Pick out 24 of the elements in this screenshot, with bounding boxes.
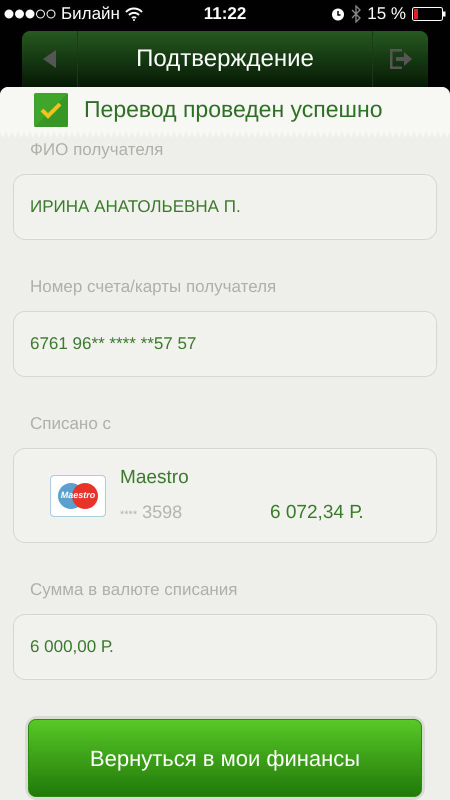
field-label: Списано с [30, 413, 111, 435]
screen-title: Подтверждение [135, 44, 315, 74]
card-name: Maestro [120, 466, 190, 490]
clock-time: 11:22 [204, 2, 246, 25]
value-field: 6 000,00 Р. [13, 614, 437, 680]
field-label: Сумма в валюте списания [30, 579, 238, 601]
wifi-icon [124, 6, 143, 20]
field-label: Номер счета/карты получателя [30, 276, 276, 298]
value-field: 6761 96** **** **57 57 [13, 311, 437, 377]
logout-icon [390, 49, 412, 69]
field-label: ФИО получателя [30, 139, 164, 161]
value-field: ИРИНА АНАТОЛЬЕВНА П. [13, 174, 437, 240]
carrier-name: Билайн [61, 2, 120, 25]
battery-percent: 15 % [367, 2, 406, 25]
battery-icon [412, 6, 446, 20]
card-balance: 6 072,34 Р. [270, 500, 364, 524]
bluetooth-icon [351, 4, 362, 22]
back-to-finances-button[interactable]: Вернуться в мои финансы [28, 719, 422, 797]
signal-icon [4, 8, 56, 18]
alarm-icon [331, 6, 346, 20]
success-message: Перевод проведен успешно [84, 95, 382, 124]
check-icon [34, 92, 68, 126]
card-number: **** 3598 [120, 500, 184, 524]
back-icon [42, 50, 56, 68]
